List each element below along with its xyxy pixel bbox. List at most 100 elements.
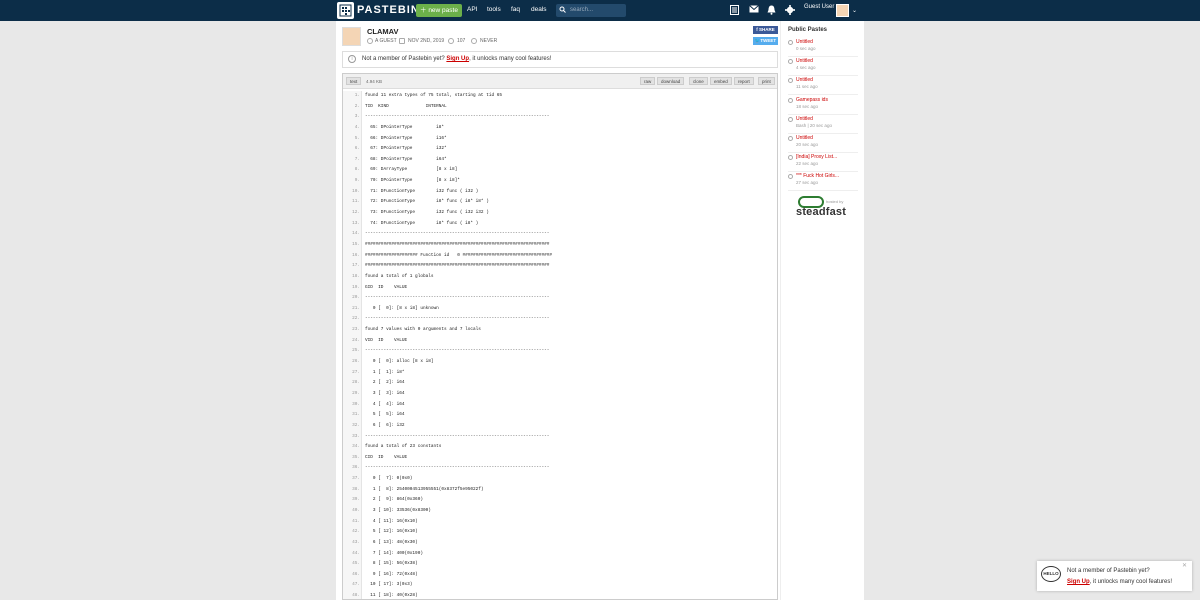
nav-api[interactable]: API xyxy=(467,6,477,13)
line-content: 1 [ 8]: 2540004513955551(0x8372f5e95022f… xyxy=(365,486,484,492)
signup-link[interactable]: Sign Up xyxy=(446,56,469,62)
document-icon[interactable] xyxy=(730,5,739,18)
raw-button[interactable]: raw xyxy=(640,77,656,85)
user-name[interactable]: Guest User xyxy=(804,4,834,10)
line-number: 2. xyxy=(354,103,360,109)
public-paste-item[interactable]: Untitled Bash | 20 sec ago xyxy=(788,115,858,134)
line-content: 3 [ 10]: 33536(0x8300) xyxy=(365,507,431,513)
line-number: 23. xyxy=(352,327,360,333)
code-line: 39. 2 [ 9]: 864(0x360) xyxy=(343,495,777,506)
nav-tools[interactable]: tools xyxy=(487,6,501,13)
line-content: found 11 extra types of 75 total, starti… xyxy=(365,93,503,98)
public-paste-item[interactable]: Untitled 0 sec ago xyxy=(788,38,858,57)
code-lines[interactable]: 1. found 11 extra types of 75 total, star… xyxy=(343,91,777,599)
line-number: 40. xyxy=(352,507,360,513)
code-line: 29. 3 [ 3]: i64 xyxy=(343,389,777,400)
line-content: 11 [ 18]: 40(0x28) xyxy=(365,593,418,599)
public-paste-title[interactable]: Untitled xyxy=(796,77,813,83)
code-line: 25. -------------------------------------… xyxy=(343,346,777,357)
line-number: 38. xyxy=(352,486,360,492)
avatar[interactable] xyxy=(836,4,849,17)
paste-icon xyxy=(788,40,793,45)
popup-signup-link[interactable]: Sign Up xyxy=(1067,579,1090,585)
public-paste-item[interactable]: [India] Proxy List... 22 sec ago xyxy=(788,153,858,173)
public-paste-item[interactable]: Gamepass ids 18 sec ago xyxy=(788,96,858,115)
public-paste-title[interactable]: Untitled xyxy=(796,58,813,64)
line-number: 16. xyxy=(352,252,360,258)
logo-text[interactable]: PASTEBIN xyxy=(357,4,420,16)
code-line: 19. GID ID VALUE xyxy=(343,283,777,294)
format-badge[interactable]: text xyxy=(346,77,362,85)
line-content: ----------------------------------------… xyxy=(365,316,550,322)
twitter-tweet-button[interactable]: 🐦TWEET xyxy=(753,37,778,45)
code-line: 18. found a total of 1 globals xyxy=(343,272,777,283)
bell-icon[interactable] xyxy=(767,5,776,18)
line-number: 13. xyxy=(352,220,360,226)
public-paste-item[interactable]: *** Fuck Hot Girls... 27 sec ago xyxy=(788,172,858,192)
gear-icon[interactable] xyxy=(785,5,795,18)
nav-deals[interactable]: deals xyxy=(531,6,547,13)
public-paste-item[interactable]: Untitled 20 sec ago xyxy=(788,134,858,153)
search-input[interactable]: search... xyxy=(556,4,626,17)
line-content: 72: DFunctionType i8* func ( i8* i8* ) xyxy=(365,199,489,205)
new-paste-button[interactable]: ＋ new paste xyxy=(416,4,462,17)
plus-icon: ＋ xyxy=(420,7,427,14)
code-line: 5. 66: DPointerType i16* xyxy=(343,134,777,145)
public-paste-title[interactable]: Untitled xyxy=(796,39,813,45)
code-line: 22. -------------------------------------… xyxy=(343,314,777,325)
steadfast-logo[interactable]: steadfast xyxy=(796,206,846,218)
line-number: 28. xyxy=(352,380,360,386)
line-number: 14. xyxy=(352,231,360,237)
public-paste-title[interactable]: Untitled xyxy=(796,116,813,122)
code-line: 1. found 11 extra types of 75 total, star… xyxy=(343,91,777,102)
public-paste-item[interactable]: Untitled 4 sec ago xyxy=(788,57,858,77)
nav-faq[interactable]: faq xyxy=(511,6,520,13)
line-number: 34. xyxy=(352,444,360,450)
code-box: text 4.94 KB raw download clone embed re… xyxy=(342,73,778,600)
line-number: 10. xyxy=(352,188,360,194)
public-paste-title[interactable]: [India] Proxy List... xyxy=(796,154,837,160)
line-content: 2 [ 2]: i64 xyxy=(365,380,405,386)
top-navbar: PASTEBIN ＋ new paste API tools faq deals… xyxy=(0,0,1200,21)
line-number: 48. xyxy=(352,593,360,599)
close-icon[interactable]: ✕ xyxy=(1182,562,1187,569)
line-number: 20. xyxy=(352,295,360,301)
line-number: 32. xyxy=(352,422,360,428)
line-content: 6 [ 13]: 48(0x30) xyxy=(365,539,418,545)
line-number: 33. xyxy=(352,433,360,439)
print-button[interactable]: print xyxy=(758,77,775,85)
line-number: 35. xyxy=(352,454,360,460)
public-paste-item[interactable]: Untitled 11 sec ago xyxy=(788,76,858,96)
code-line: 46. 9 [ 16]: 72(0x48) xyxy=(343,570,777,581)
line-number: 21. xyxy=(352,305,360,311)
code-line: 41. 4 [ 11]: 16(0x10) xyxy=(343,517,777,528)
report-button[interactable]: report xyxy=(734,77,754,85)
line-number: 46. xyxy=(352,571,360,577)
paste-author[interactable]: A GUEST xyxy=(375,38,397,44)
pastebin-logo-icon[interactable] xyxy=(337,2,354,19)
eye-icon xyxy=(448,38,454,44)
code-line: 42. 5 [ 12]: 16(0x10) xyxy=(343,527,777,538)
code-line: 26. 0 [ 0]: alloc [8 x i8] xyxy=(343,357,777,368)
public-paste-title[interactable]: *** Fuck Hot Girls... xyxy=(796,173,839,179)
facebook-share-button[interactable]: f SHARE xyxy=(753,26,778,34)
line-content: ########################################… xyxy=(365,263,550,269)
public-paste-title[interactable]: Gamepass ids xyxy=(796,97,828,103)
line-content: 71: DFunctionType i32 func ( i32 ) xyxy=(365,188,479,194)
chevron-down-icon[interactable]: ⌄ xyxy=(852,7,857,14)
line-content: TID KIND INTERNAL xyxy=(365,103,447,109)
download-button[interactable]: download xyxy=(657,77,685,85)
embed-button[interactable]: embed xyxy=(710,77,732,85)
clone-button[interactable]: clone xyxy=(689,77,708,85)
code-line: 17. #####################################… xyxy=(343,261,777,272)
line-content: 7 [ 14]: 400(0x190) xyxy=(365,550,423,556)
mail-icon[interactable] xyxy=(749,5,759,16)
public-paste-title[interactable]: Untitled xyxy=(796,135,813,141)
code-line: 33. -------------------------------------… xyxy=(343,432,777,443)
public-paste-age: 27 sec ago xyxy=(796,180,819,186)
line-content: 65: DPointerType i8* xyxy=(365,124,445,130)
signup-notice: Not a member of Pastebin yet? Sign Up, i… xyxy=(342,51,778,68)
code-line: 15. #####################################… xyxy=(343,240,777,251)
line-content: 10 [ 17]: 3(0x3) xyxy=(365,582,413,588)
info-icon: i xyxy=(348,55,356,63)
